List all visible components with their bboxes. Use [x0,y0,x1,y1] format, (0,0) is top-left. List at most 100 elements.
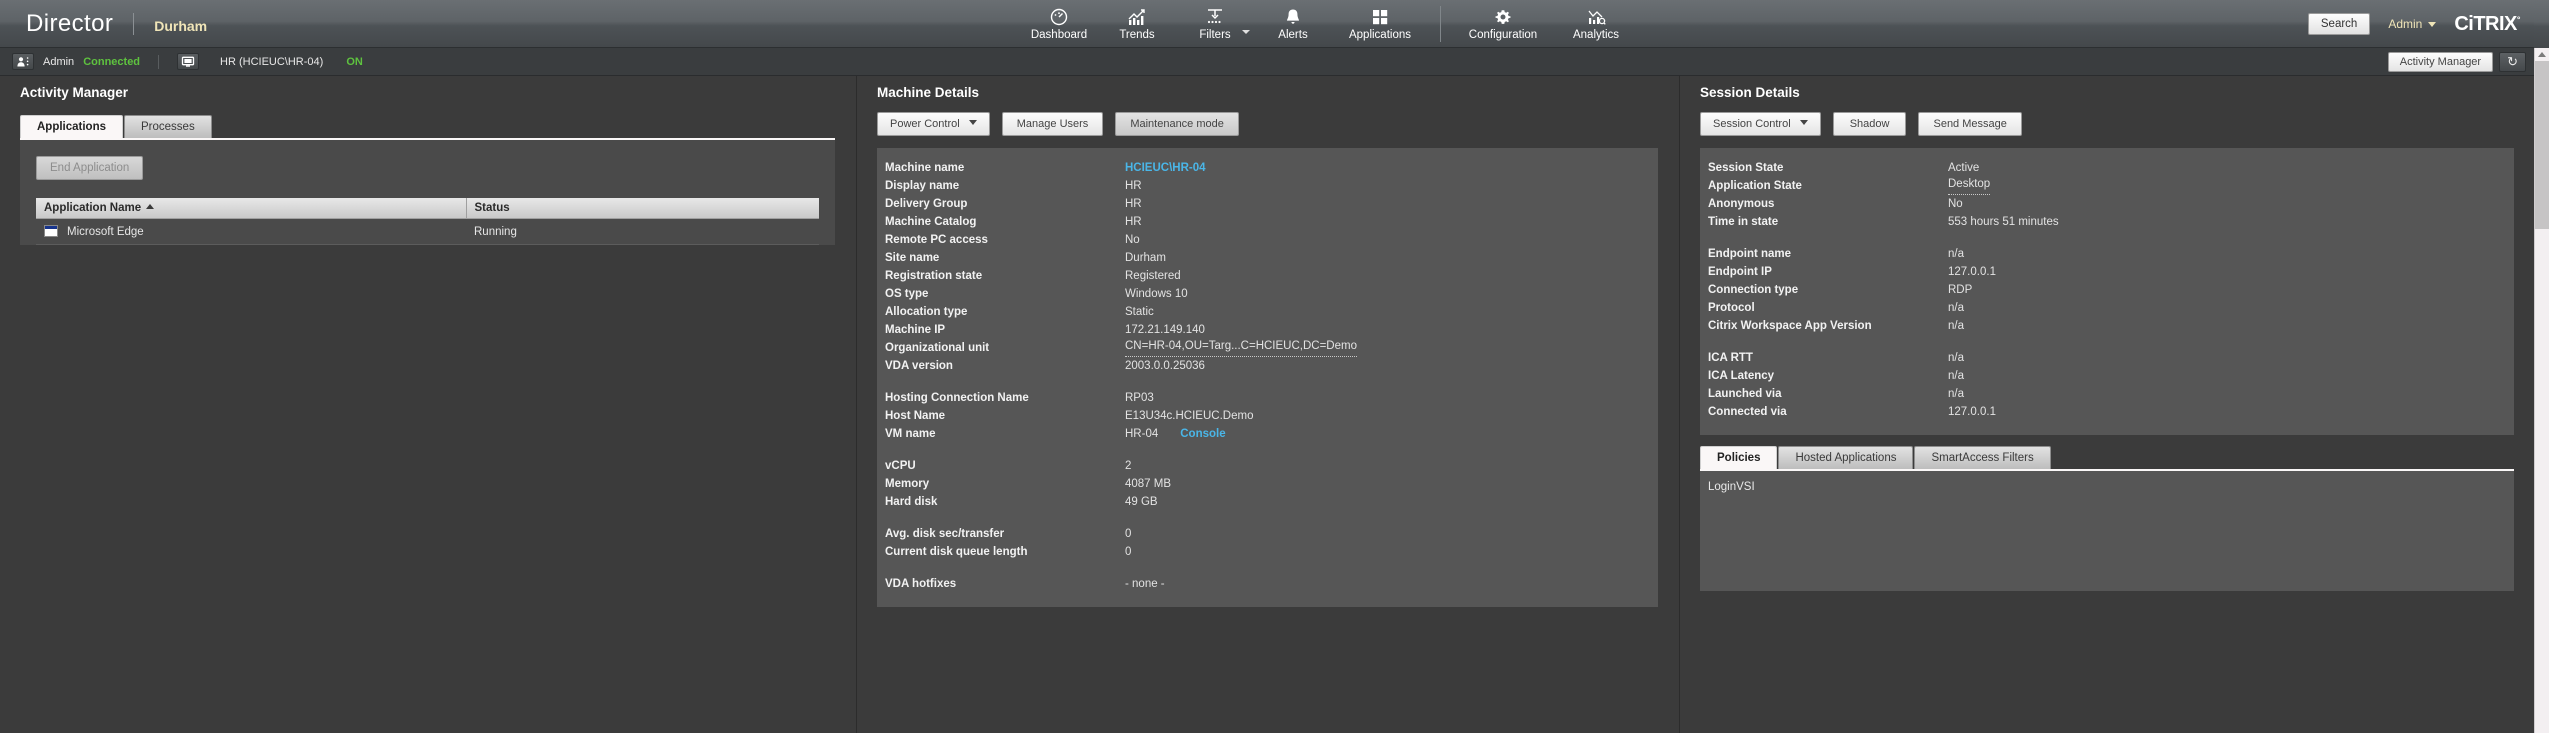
nav-item-applications[interactable]: Applications [1332,0,1428,48]
gear-icon [1493,7,1513,27]
detail-key: ICA Latency [1700,367,1948,385]
detail-row-time-in-state: Time in state553 hours 51 minutes [1700,213,2514,231]
detail-key: Connected via [1700,403,1948,421]
detail-row-allocation-type: Allocation typeStatic [877,303,1658,321]
machine-details-list: Machine nameHCIEUC\HR-04 Display nameHR … [877,148,1658,607]
session-bar-actions: Activity Manager ↻ [2388,52,2526,72]
brand-divider [133,13,134,35]
detail-key: Launched via [1700,385,1948,403]
manage-users-button[interactable]: Manage Users [1002,112,1104,136]
top-navigation-bar: Director Durham Dashboard Trends Filters [0,0,2534,48]
filter-icon [1204,7,1226,27]
scroll-up-button[interactable] [2535,48,2549,61]
tab-hosted-applications[interactable]: Hosted Applications [1778,446,1913,469]
nav-item-filters[interactable]: Filters [1176,0,1254,48]
topbar-right-edge [2534,0,2549,48]
power-control-button[interactable]: Power Control [877,112,990,136]
admin-menu[interactable]: Admin [2388,17,2436,31]
machine-details-panel: Machine Details Power Control Manage Use… [856,76,1678,733]
detail-row-registration-state: Registration stateRegistered [877,267,1658,285]
shadow-button[interactable]: Shadow [1833,112,1907,136]
nav-item-dashboard[interactable]: Dashboard [1020,0,1098,48]
activity-manager-panel: Activity Manager Applications Processes … [0,76,855,733]
detail-key: Time in state [1700,213,1948,231]
detail-row-memory: Memory4087 MB [877,475,1658,493]
column-header-application-name[interactable]: Application Name [36,198,466,219]
window-icon [44,225,58,237]
detail-key: Allocation type [877,303,1125,321]
page-title: Activity Manager [20,85,128,100]
detail-key: Connection type [1700,281,1948,299]
detail-value: n/a [1948,299,1964,317]
tab-policies[interactable]: Policies [1700,446,1777,469]
search-button[interactable]: Search [2308,13,2370,35]
detail-key: OS type [877,285,1125,303]
detail-key: Avg. disk sec/transfer [877,525,1125,543]
end-application-button[interactable]: End Application [36,156,143,180]
user-context-chip[interactable]: Admin Connected [0,53,140,70]
detail-value: 2 [1125,457,1131,475]
detail-row-citrix-workspace-app-version: Citrix Workspace App Versionn/a [1700,317,2514,335]
organizational-unit-value[interactable]: CN=HR-04,OU=Targ...C=HCIEUC,DC=Demo [1125,339,1357,357]
detail-value: 0 [1125,525,1131,543]
detail-row-display-name: Display nameHR [877,177,1658,195]
tab-processes[interactable]: Processes [124,115,212,138]
machine-name-link[interactable]: HCIEUC\HR-04 [1125,159,1206,177]
nav-item-alerts[interactable]: Alerts [1254,0,1332,48]
nav-divider [1440,6,1441,42]
citrix-logo: CiTRIX° [2454,13,2520,36]
tab-applications[interactable]: Applications [20,115,123,138]
table-header-row: Application Name Status [36,198,819,219]
list-item[interactable]: LoginVSI [1700,479,2514,495]
detail-key: Machine name [877,159,1125,177]
nav-label: Applications [1349,29,1411,41]
maintenance-mode-button[interactable]: Maintenance mode [1115,112,1239,136]
detail-value: No [1948,195,1963,213]
detail-row-vda-version: VDA version2003.0.0.25036 [877,357,1658,375]
site-name-label: Durham [154,18,207,34]
column-header-status[interactable]: Status [466,198,819,219]
application-state-value[interactable]: Desktop [1948,177,1990,195]
detail-row-connection-type: Connection typeRDP [1700,281,2514,299]
send-message-button[interactable]: Send Message [1918,112,2021,136]
detail-group-spacer [877,443,1658,457]
applications-tab-body: End Application Application Name Status … [20,140,835,245]
machine-context-chip[interactable]: HR (HCIEUC\HR-04) ON [177,53,363,70]
vertical-scrollbar[interactable] [2534,48,2549,733]
bell-icon [1283,7,1303,27]
detail-group-spacer [1700,335,2514,349]
chevron-down-icon[interactable] [1242,30,1250,34]
detail-key: Application State [1700,177,1948,195]
activity-manager-header: Activity Manager [0,76,855,108]
detail-value: Static [1125,303,1154,321]
refresh-icon[interactable]: ↻ [2499,52,2526,72]
applications-table-body: Microsoft Edge Running [36,219,819,245]
session-control-button[interactable]: Session Control [1700,112,1821,136]
applications-table-head: Application Name Status [36,198,819,219]
detail-key: VDA version [877,357,1125,375]
nav-item-analytics[interactable]: Analytics [1553,0,1639,48]
detail-row-remote-pc-access: Remote PC accessNo [877,231,1658,249]
detail-row-site-name: Site nameDurham [877,249,1658,267]
detail-row-hard-disk: Hard disk49 GB [877,493,1658,511]
nav-label: Trends [1119,29,1154,41]
main-nav: Dashboard Trends Filters Alerts Appli [1020,0,1639,48]
chevron-down-icon [969,120,977,125]
console-link[interactable]: Console [1180,425,1225,443]
detail-row-vda-hotfixes: VDA hotfixes- none - [877,575,1658,593]
table-row[interactable]: Microsoft Edge Running [36,219,819,245]
tab-smartaccess-filters[interactable]: SmartAccess Filters [1914,446,2050,469]
analytics-icon [1586,7,1606,27]
detail-key: Hard disk [877,493,1125,511]
detail-row-machine-name: Machine nameHCIEUC\HR-04 [877,159,1658,177]
detail-value: 172.21.149.140 [1125,321,1205,339]
nav-item-configuration[interactable]: Configuration [1453,0,1553,48]
detail-row-ica-rtt: ICA RTTn/a [1700,349,2514,367]
nav-item-trends[interactable]: Trends [1098,0,1176,48]
scrollbar-thumb[interactable] [2535,61,2549,229]
chart-trend-icon [1127,7,1147,27]
detail-value: HR [1125,213,1142,231]
machine-details-toolbar: Power Control Manage Users Maintenance m… [857,108,1678,136]
detail-key: Machine IP [877,321,1125,339]
activity-manager-button[interactable]: Activity Manager [2388,52,2493,72]
